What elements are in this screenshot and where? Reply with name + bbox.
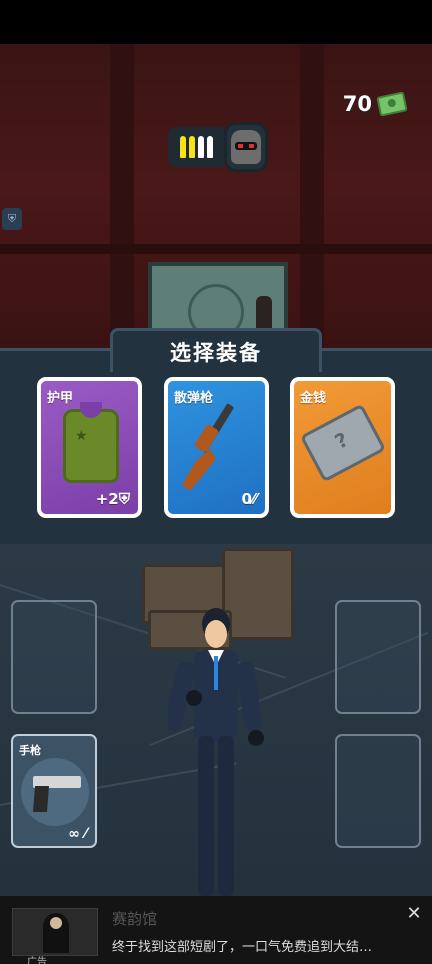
panel-title: 选择装备 [170,340,262,365]
shield-icon: ⛨ [118,490,130,508]
cash-counter: 70 [342,91,408,117]
bullet-icon [197,136,204,158]
loadout-slot-empty[interactable] [335,734,421,848]
slot-stat: ∞ ⁄ [68,826,87,842]
card-label: 护甲 [47,391,74,406]
boss-head [231,130,261,164]
ad-tag: 广告 [27,957,47,964]
armor-vest-icon [63,402,119,483]
ad-title: 赛韵馆 [112,910,158,928]
pistol-icon [33,776,81,812]
bullet-icon [188,136,195,158]
panel-title-tab: 选择装备 [110,328,322,372]
cash-stack-icon [376,91,408,117]
armor-card[interactable]: 护甲 +2⛨ [37,377,142,518]
loadout-slot-pistol[interactable]: 手枪 ∞ ⁄ [11,734,97,848]
ammo-icon: ⁄ [79,826,87,842]
close-icon[interactable]: ✕ [404,904,424,924]
bullet-icon [179,136,186,158]
money-card[interactable]: 金钱 [290,377,395,518]
agent-character [168,608,264,896]
shield-icon: ⛨ [2,208,22,230]
cash-value: 70 [342,92,372,116]
loadout-slot-empty[interactable] [335,600,421,714]
masked-boss-icon [224,122,268,172]
status-bar [0,0,432,44]
money-case-icon [299,403,387,483]
shotgun-card[interactable]: 散弹枪 0⁄⁄ [164,377,269,518]
ad-text: 终于找到这部短剧了，一口气免费追到大结… [112,940,373,955]
wall-stripe [110,44,134,354]
ad-person [43,913,69,953]
slot-label: 手枪 [19,744,41,757]
loadout-slot-empty[interactable] [11,600,97,714]
wall-beam [0,244,432,254]
card-stat: 0⁄⁄ [241,490,257,508]
background-room [0,44,432,354]
ammo-icon: ⁄⁄ [251,490,257,508]
ammo-indicator [168,122,268,172]
card-stat: +2⛨ [95,490,130,508]
ammo-box [168,127,224,167]
wall-stripe [300,44,324,354]
bullet-icon [206,136,213,158]
card-label: 金钱 [300,391,327,406]
shotgun-icon [182,403,234,491]
ad-thumbnail: 广告 [12,908,98,964]
ad-banner[interactable]: 广告 赛韵馆 终于找到这部短剧了，一口气免费追到大结… ✕ [0,896,432,964]
